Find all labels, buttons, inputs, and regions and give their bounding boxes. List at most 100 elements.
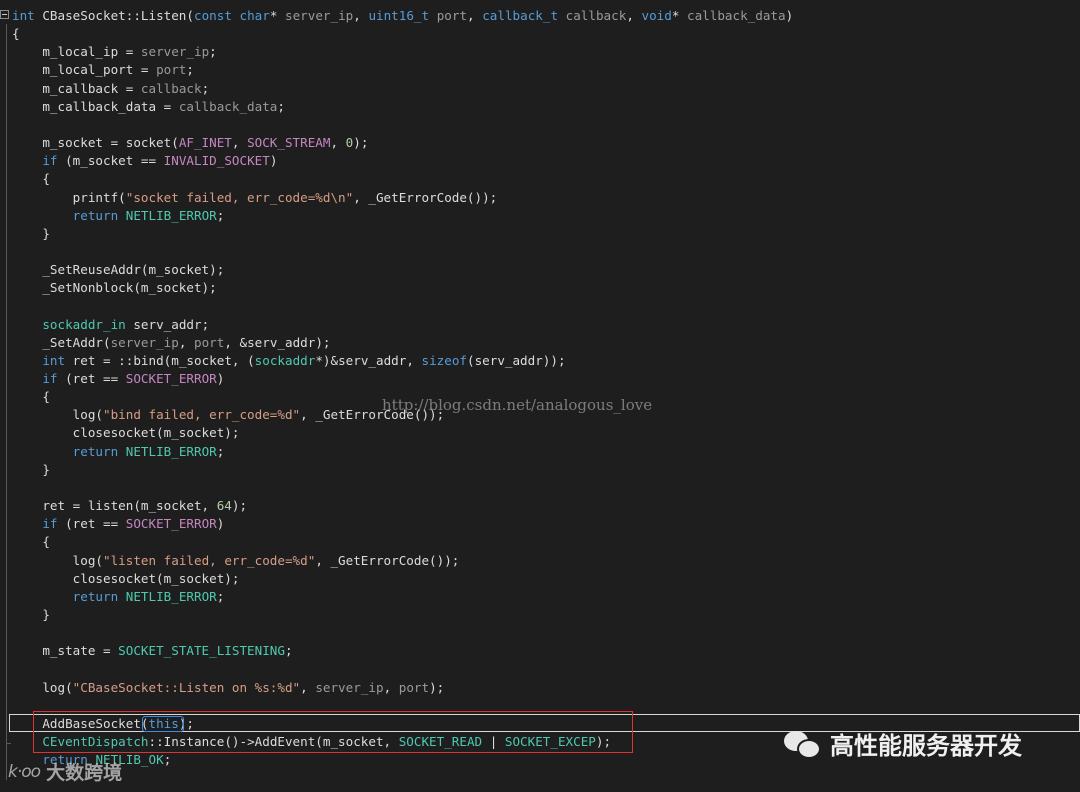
code-token: ;: [216, 443, 225, 459]
code-token: callback_data: [178, 98, 278, 114]
code-token: port: [398, 679, 430, 695]
code-token: m_local_ip =: [12, 44, 141, 60]
outline-guide: [6, 24, 7, 780]
code-token: ;: [216, 588, 225, 604]
code-token: SOCKET_ERROR: [125, 516, 217, 532]
code-token: {: [12, 389, 50, 405]
code-line: m_state = SOCKET_STATE_LISTENING;: [12, 642, 293, 660]
code-token: ,: [626, 8, 642, 23]
code-line: {: [12, 170, 50, 188]
code-token: closesocket(m_socket);: [12, 425, 240, 441]
code-token: ;: [209, 44, 217, 60]
code-token: 64: [216, 498, 232, 514]
code-token: }: [12, 225, 50, 241]
code-line: {: [12, 533, 50, 551]
code-line: {: [12, 25, 20, 43]
code-line: }: [12, 461, 50, 479]
code-token: log(: [12, 407, 103, 423]
code-token: port: [436, 8, 468, 23]
code-line: ret = listen(m_socket, 64);: [12, 497, 247, 515]
code-token: INVALID_SOCKET: [163, 153, 270, 169]
code-line: }: [12, 225, 50, 243]
code-token: const: [193, 8, 232, 23]
code-token: port: [194, 334, 225, 350]
code-line: log("listen failed, err_code=%d", _GetEr…: [12, 552, 460, 570]
code-token: callback_data: [687, 8, 786, 23]
code-line: int CBaseSocket::Listen(const char* serv…: [12, 7, 793, 25]
code-token: port: [156, 62, 187, 78]
code-token: ret = ::bind(m_socket, (: [65, 352, 255, 368]
code-token: ;: [284, 643, 293, 659]
code-token: char: [239, 8, 270, 23]
code-token: m_socket = socket(: [12, 135, 179, 151]
code-token: , &serv_addr);: [224, 334, 331, 350]
code-token: "socket failed, err_code=%d\n": [125, 189, 354, 205]
code-token: _SetNonblock(m_socket);: [12, 280, 217, 296]
highlight-box: [33, 711, 633, 753]
code-line: }: [12, 606, 50, 624]
code-token: ,: [300, 679, 316, 695]
code-token: ): [216, 371, 225, 386]
code-line: _SetNonblock(m_socket);: [12, 279, 217, 297]
code-token: ret = listen(m_socket,: [12, 498, 217, 514]
code-token: );: [429, 679, 445, 695]
code-token: "listen failed, err_code=%d": [103, 552, 316, 568]
wechat-account-name: 高性能服务器开发: [830, 731, 1022, 760]
code-token: SOCKET_ERROR: [125, 371, 217, 386]
code-token: ,: [178, 334, 194, 350]
code-token: if: [42, 153, 58, 169]
wechat-icon: [784, 729, 821, 759]
code-line: m_callback = callback;: [12, 80, 209, 98]
code-token: return: [72, 588, 119, 604]
code-line: m_local_port = port;: [12, 61, 194, 79]
code-token: callback_t: [482, 8, 559, 23]
brand-name: 大数跨境: [46, 762, 123, 784]
code-line: log("CBaseSocket::Listen on %s:%d", serv…: [12, 679, 444, 697]
code-token: }: [12, 606, 50, 622]
code-token: sockaddr: [254, 352, 316, 368]
collapse-icon[interactable]: [0, 10, 9, 19]
code-token: , _GetErrorCode());: [353, 189, 498, 205]
code-token: if: [42, 516, 58, 532]
code-token: sockaddr_in: [42, 316, 126, 332]
code-line: return NETLIB_ERROR;: [12, 588, 225, 606]
code-line: sockaddr_in serv_addr;: [12, 316, 209, 334]
code-token: ;: [277, 98, 285, 114]
code-token: callback: [565, 8, 627, 23]
code-token: NETLIB_ERROR: [125, 443, 217, 459]
code-line: {: [12, 388, 50, 406]
code-token: *)&serv_addr,: [315, 352, 422, 368]
code-token: ;: [163, 752, 172, 768]
outline-guide-tick: [6, 743, 11, 744]
code-line: _SetAddr(server_ip, port, &serv_addr);: [12, 334, 331, 352]
code-token: serv_addr;: [125, 316, 210, 332]
code-token: (m_socket ==: [57, 153, 164, 169]
code-line: printf("socket failed, err_code=%d\n", _…: [12, 189, 498, 207]
code-token: AF_INET: [178, 135, 232, 151]
code-token: int: [42, 352, 66, 368]
code-token: int: [12, 8, 35, 23]
code-token: return: [72, 443, 119, 459]
code-token: SOCKET_STATE_LISTENING: [118, 643, 285, 659]
code-token: ,: [231, 135, 248, 151]
code-line: m_callback_data = callback_data;: [12, 98, 285, 116]
code-token: server_ip: [285, 8, 354, 23]
code-line: m_local_ip = server_ip;: [12, 43, 217, 61]
code-token: CBaseSocket::Listen(: [34, 8, 194, 23]
code-token: uint16_t: [368, 8, 430, 23]
code-token: {: [12, 26, 20, 42]
code-line: closesocket(m_socket);: [12, 424, 240, 442]
code-token: (ret ==: [57, 516, 126, 532]
blog-watermark: http://blog.csdn.net/analogous_love: [382, 396, 653, 414]
code-token: (ret ==: [57, 371, 126, 386]
